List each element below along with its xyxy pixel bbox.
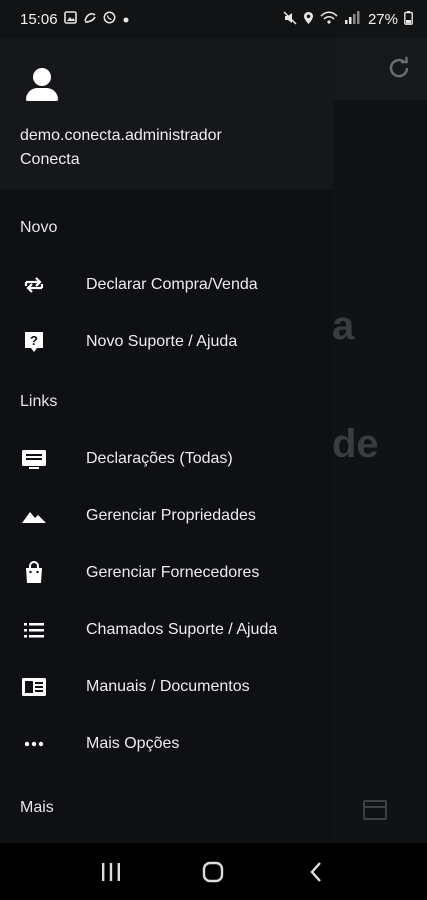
book-icon — [20, 673, 48, 701]
recents-icon[interactable] — [91, 852, 131, 892]
terrain-icon — [20, 502, 48, 530]
menu-item-declaracoes[interactable]: Declarações (Todas) — [0, 430, 333, 487]
svg-text:?: ? — [30, 333, 38, 348]
swap-icon — [20, 271, 48, 299]
menu-item-gerenciar-fornecedores[interactable]: Gerenciar Fornecedores — [0, 544, 333, 601]
web-icon[interactable] — [363, 800, 387, 820]
sync-icon — [83, 11, 97, 27]
signal-icon — [344, 10, 362, 28]
menu-item-novo-suporte[interactable]: ? Novo Suporte / Ajuda — [0, 313, 333, 370]
section-title-mais: Mais — [20, 799, 54, 816]
menu-item-label: Gerenciar Propriedades — [86, 506, 256, 524]
user-organization: Conecta — [20, 151, 80, 168]
avatar-icon — [22, 66, 62, 106]
user-name: demo.conecta.administrador — [20, 127, 222, 144]
refresh-icon[interactable] — [387, 56, 411, 80]
monitor-icon — [20, 445, 48, 473]
menu-item-chamados-suporte[interactable]: Chamados Suporte / Ajuda — [0, 601, 333, 658]
dot-icon — [122, 12, 130, 27]
battery-icon — [404, 10, 413, 28]
image-icon — [63, 11, 77, 27]
help-icon: ? — [20, 328, 48, 356]
status-time: 15:06 — [20, 10, 58, 28]
menu-item-label: Declarações (Todas) — [86, 449, 233, 467]
menu-item-label: Mais Opções — [86, 734, 180, 752]
section-title-links: Links — [20, 393, 58, 410]
drawer-header: demo.conecta.administrador Conecta — [0, 38, 333, 190]
home-icon[interactable] — [193, 852, 233, 892]
menu-item-label: Novo Suporte / Ajuda — [86, 332, 238, 350]
menu-item-label: Declarar Compra/Venda — [86, 275, 258, 293]
back-icon[interactable] — [296, 852, 336, 892]
more-icon — [20, 730, 48, 758]
menu-item-label: Manuais / Documentos — [86, 677, 250, 695]
menu-item-label: Gerenciar Fornecedores — [86, 563, 260, 581]
menu-item-manuais-documentos[interactable]: Manuais / Documentos — [0, 658, 333, 715]
background-text: de — [332, 422, 379, 466]
section-title-novo: Novo — [20, 219, 58, 236]
shopping-bag-icon — [20, 559, 48, 587]
menu-item-gerenciar-propriedades[interactable]: Gerenciar Propriedades — [0, 487, 333, 544]
menu-item-declarar-compra-venda[interactable]: Declarar Compra/Venda — [0, 256, 333, 313]
background-text: a — [332, 304, 355, 348]
menu-item-label: Chamados Suporte / Ajuda — [86, 620, 278, 638]
status-bar: 15:06 27% — [0, 0, 427, 38]
whatsapp-icon — [103, 11, 116, 27]
navigation-drawer: demo.conecta.administrador Conecta Novo … — [0, 38, 333, 843]
battery-level: 27% — [367, 10, 398, 28]
location-icon — [303, 11, 314, 28]
wifi-icon — [320, 10, 338, 28]
list-icon — [20, 616, 48, 644]
menu-item-mais-opcoes[interactable]: Mais Opções — [0, 715, 333, 772]
system-navigation-bar — [0, 843, 427, 900]
mute-icon — [283, 10, 297, 28]
